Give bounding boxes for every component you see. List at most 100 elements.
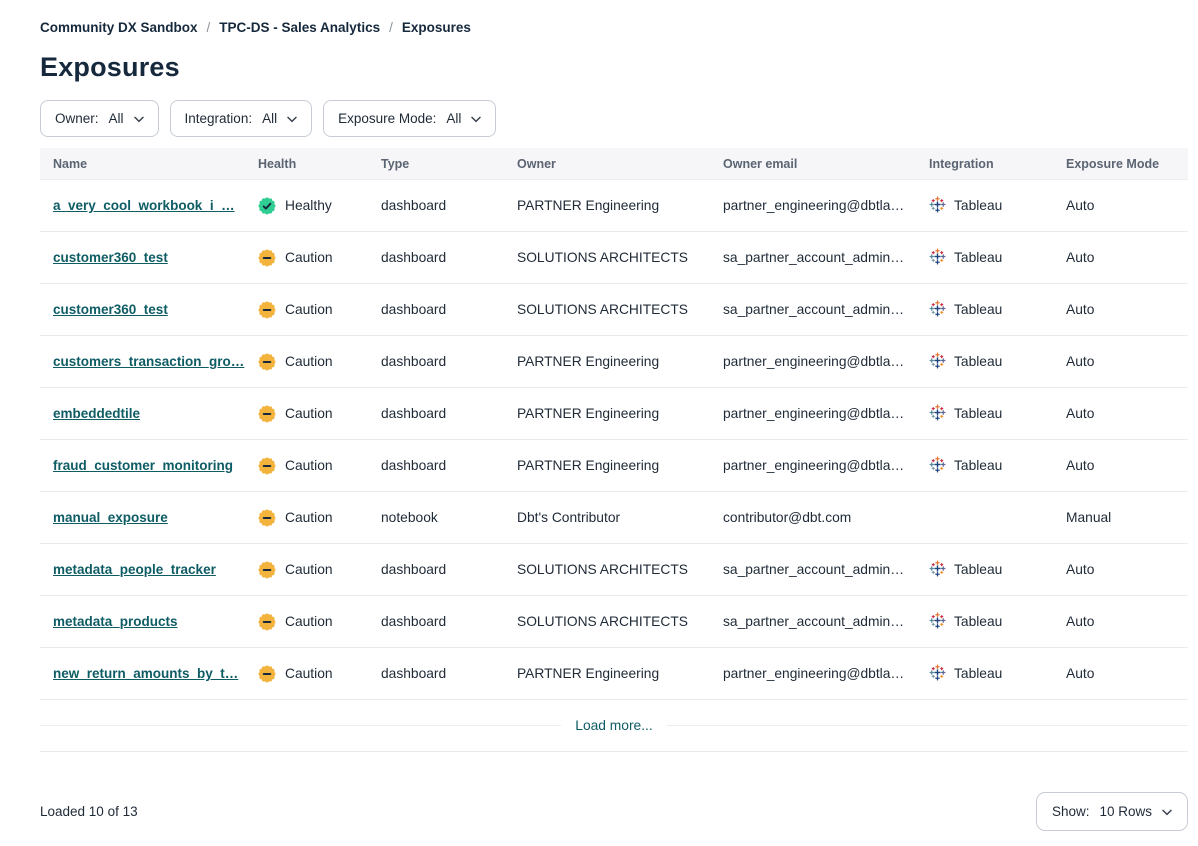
breadcrumb-separator: / bbox=[389, 20, 393, 35]
tableau-icon bbox=[929, 352, 946, 372]
type-cell: notebook bbox=[368, 492, 504, 543]
owner-email-cell: partner_engineering@dbtla… bbox=[710, 388, 916, 439]
column-header-3: Owner bbox=[504, 148, 710, 179]
exposure-name-link[interactable]: customer360_test bbox=[53, 250, 168, 265]
exposure-mode-cell: Auto bbox=[1053, 440, 1188, 491]
exposure-name-link[interactable]: manual_exposure bbox=[53, 510, 168, 525]
exposure-name-link[interactable]: customer360_test bbox=[53, 302, 168, 317]
table-row: customer360_test Caution dashboardSOLUTION… bbox=[40, 284, 1188, 336]
health-badge: Caution bbox=[258, 613, 333, 631]
exposure-name-link[interactable]: new_return_amounts_by_t… bbox=[53, 666, 238, 681]
filter-owner[interactable]: Owner: All bbox=[40, 100, 159, 137]
chevron-down-icon bbox=[134, 111, 144, 126]
loaded-count: Loaded 10 of 13 bbox=[40, 804, 138, 819]
table-header: NameHealthTypeOwnerOwner emailIntegratio… bbox=[40, 148, 1188, 180]
chevron-down-icon bbox=[1162, 804, 1172, 819]
name-cell: a_very_cool_workbook_i_… bbox=[40, 180, 245, 231]
health-badge: Caution bbox=[258, 561, 333, 579]
column-header-4: Owner email bbox=[710, 148, 916, 179]
health-label: Caution bbox=[285, 666, 333, 681]
health-cell: Caution bbox=[245, 492, 368, 543]
health-cell: Caution bbox=[245, 388, 368, 439]
load-more-row: Load more... bbox=[40, 700, 1188, 752]
integration-label: Tableau bbox=[954, 302, 1002, 317]
filter-value: All bbox=[109, 111, 124, 126]
exposure-mode-cell: Auto bbox=[1053, 596, 1188, 647]
integration-label: Tableau bbox=[954, 614, 1002, 629]
breadcrumb: Community DX Sandbox / TPC-DS - Sales Anal… bbox=[40, 20, 1188, 35]
integration-label: Tableau bbox=[954, 666, 1002, 681]
exposure-name-link[interactable]: metadata_people_tracker bbox=[53, 562, 216, 577]
owner-cell: PARTNER Engineering bbox=[504, 388, 710, 439]
owner-cell: SOLUTIONS ARCHITECTS bbox=[504, 232, 710, 283]
minus-seal-icon bbox=[258, 249, 276, 267]
exposure-name-link[interactable]: fraud_customer_monitoring bbox=[53, 458, 233, 473]
divider bbox=[667, 725, 1188, 726]
exposure-mode-cell: Manual bbox=[1053, 492, 1188, 543]
chevron-down-icon bbox=[471, 111, 481, 126]
health-label: Caution bbox=[285, 406, 333, 421]
table-row: embeddedtileCautiondashboardPARTNER Engi… bbox=[40, 388, 1188, 440]
health-badge: Caution bbox=[258, 509, 333, 527]
column-header-6: Exposure Mode bbox=[1053, 148, 1188, 179]
table-row: fraud_customer_monitoringCautiondashboar… bbox=[40, 440, 1188, 492]
tableau-icon bbox=[929, 664, 946, 684]
name-cell: embeddedtile bbox=[40, 388, 245, 439]
integration-badge: Tableau bbox=[929, 300, 1002, 320]
minus-seal-icon bbox=[258, 613, 276, 631]
page-title: Exposures bbox=[40, 52, 1188, 83]
owner-email-cell: partner_engineering@dbtla… bbox=[710, 336, 916, 387]
load-more-link[interactable]: Load more... bbox=[575, 718, 652, 733]
owner-email-cell: sa_partner_account_admin… bbox=[710, 232, 916, 283]
show-rows-button[interactable]: Show: 10 Rows bbox=[1036, 792, 1188, 831]
type-cell: dashboard bbox=[368, 284, 504, 335]
health-badge: Caution bbox=[258, 457, 333, 475]
owner-cell: PARTNER Engineering bbox=[504, 180, 710, 231]
health-label: Caution bbox=[285, 510, 333, 525]
exposure-name-link[interactable]: metadata_products bbox=[53, 614, 178, 629]
filter-value: All bbox=[262, 111, 277, 126]
health-cell: Caution bbox=[245, 544, 368, 595]
breadcrumb-item-1[interactable]: Community DX Sandbox bbox=[40, 20, 198, 35]
tableau-icon bbox=[929, 300, 946, 320]
column-header-2: Type bbox=[368, 148, 504, 179]
integration-label: Tableau bbox=[954, 562, 1002, 577]
owner-cell: Dbt's Contributor bbox=[504, 492, 710, 543]
health-badge: Healthy bbox=[258, 197, 332, 215]
health-cell: Caution bbox=[245, 648, 368, 699]
exposure-name-link[interactable]: customers_transaction_gro… bbox=[53, 354, 244, 369]
name-cell: customer360_test bbox=[40, 284, 245, 335]
integration-badge: Tableau bbox=[929, 560, 1002, 580]
health-badge: Caution bbox=[258, 301, 333, 319]
integration-cell: Tableau bbox=[916, 232, 1053, 283]
integration-cell: Tableau bbox=[916, 544, 1053, 595]
filter-exposure-mode[interactable]: Exposure Mode:All bbox=[323, 100, 496, 137]
table-row: manual_exposure Caution notebookDbt's Cont… bbox=[40, 492, 1188, 544]
table-row: a_very_cool_workbook_i_…Healthydashboard… bbox=[40, 180, 1188, 232]
integration-cell: Tableau bbox=[916, 180, 1053, 231]
integration-badge: Tableau bbox=[929, 456, 1002, 476]
integration-label: Tableau bbox=[954, 354, 1002, 369]
show-rows-value: 10 Rows bbox=[1099, 804, 1152, 819]
breadcrumb-item-3: Exposures bbox=[402, 20, 471, 35]
integration-badge: Tableau bbox=[929, 352, 1002, 372]
type-cell: dashboard bbox=[368, 336, 504, 387]
health-badge: Caution bbox=[258, 665, 333, 683]
check-seal-icon bbox=[258, 197, 276, 215]
tableau-icon bbox=[929, 196, 946, 216]
filter-integration[interactable]: Integration: All bbox=[170, 100, 313, 137]
type-cell: dashboard bbox=[368, 648, 504, 699]
integration-badge: Tableau bbox=[929, 196, 1002, 216]
tableau-icon bbox=[929, 404, 946, 424]
filter-label: Integration: bbox=[185, 111, 253, 126]
exposure-name-link[interactable]: a_very_cool_workbook_i_… bbox=[53, 198, 235, 213]
exposure-name-link[interactable]: embeddedtile bbox=[53, 406, 140, 421]
exposure-mode-cell: Auto bbox=[1053, 232, 1188, 283]
owner-cell: SOLUTIONS ARCHITECTS bbox=[504, 284, 710, 335]
integration-badge: Tableau bbox=[929, 664, 1002, 684]
filter-label: Owner: bbox=[55, 111, 99, 126]
health-label: Caution bbox=[285, 614, 333, 629]
integration-cell: Tableau bbox=[916, 648, 1053, 699]
breadcrumb-item-2[interactable]: TPC-DS - Sales Analytics bbox=[219, 20, 380, 35]
health-cell: Healthy bbox=[245, 180, 368, 231]
